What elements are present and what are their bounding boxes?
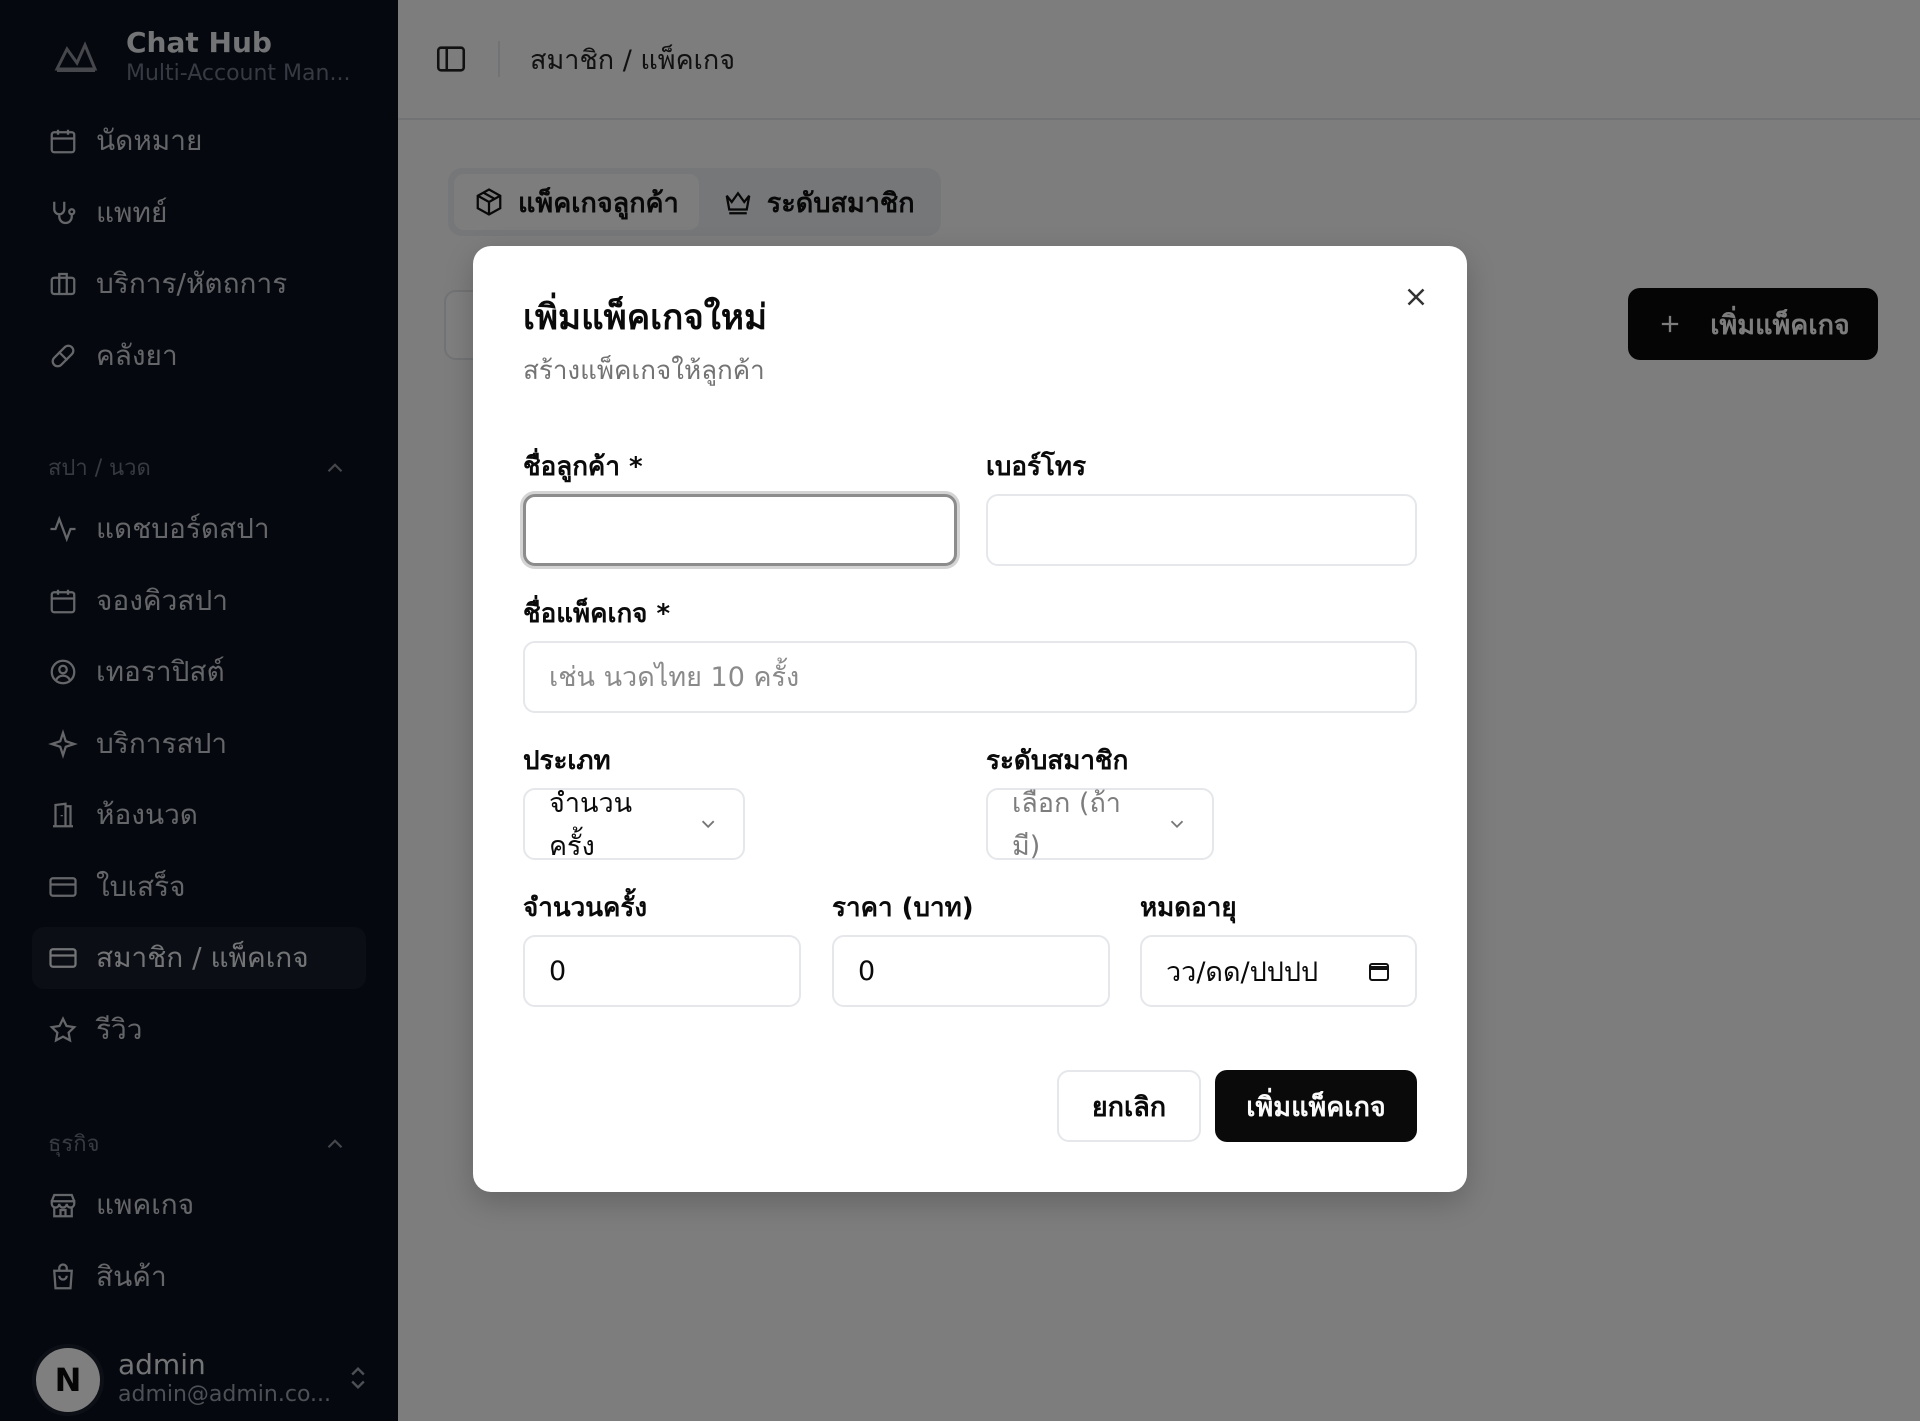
tier-select-placeholder: เลือก (ถ้ามี) [1012,788,1121,862]
chevron-down-icon [1170,820,1184,829]
package-name-label: ชื่อแพ็คเกจ * [523,599,671,629]
submit-button[interactable]: เพิ่มแพ็คเกจ [1215,1070,1417,1142]
phone-input[interactable] [986,494,1417,566]
close-icon[interactable] [1401,282,1431,312]
dialog-description: สร้างแพ็คเกจให้ลูกค้า [523,356,765,386]
customer-name-label: ชื่อลูกค้า * [523,452,643,482]
expiry-label: หมดอายุ [1140,893,1237,923]
type-select-value: จำนวนครั้ง [549,788,633,862]
package-name-input[interactable] [523,641,1417,713]
sessions-label: จำนวนครั้ง [523,893,648,923]
add-package-dialog: เพิ่มแพ็คเกจใหม่ สร้างแพ็คเกจให้ลูกค้า ช… [473,246,1467,1192]
sessions-input[interactable] [523,935,801,1007]
calendar-icon[interactable] [1367,959,1391,983]
type-label: ประเภท [523,746,611,776]
expiry-date-input[interactable]: วว/ดด/ปปปป [1140,935,1417,1007]
customer-name-input[interactable] [523,494,957,566]
phone-label: เบอร์โทร [986,452,1087,482]
expiry-date-placeholder: วว/ดด/ปปปป [1166,956,1319,988]
type-select[interactable]: จำนวนครั้ง [523,788,745,862]
price-input[interactable] [832,935,1110,1007]
chevron-down-icon [701,820,715,829]
price-label: ราคา (บาท) [832,893,974,923]
tier-label: ระดับสมาชิก [986,746,1129,776]
tier-select[interactable]: เลือก (ถ้ามี) [986,788,1214,862]
dialog-title: เพิ่มแพ็คเกจใหม่ [523,298,768,338]
cancel-button[interactable]: ยกเลิก [1057,1070,1201,1142]
